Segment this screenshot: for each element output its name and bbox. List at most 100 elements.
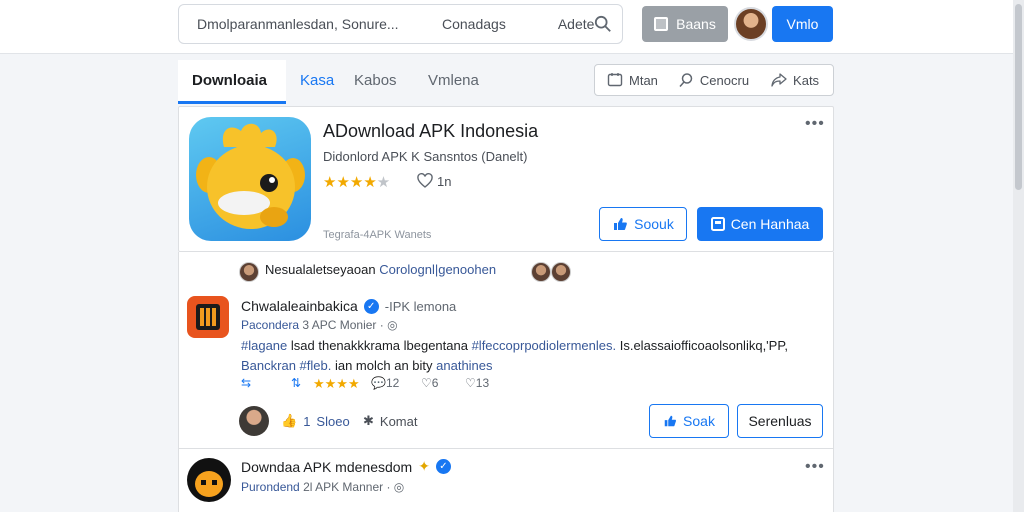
- heart-reaction[interactable]: ♡ 13: [465, 376, 489, 390]
- rating-star-empty: ★: [376, 174, 391, 191]
- app-rating-stars: ★★★★★: [323, 173, 390, 191]
- share-small-icon[interactable]: ⇆: [241, 376, 251, 390]
- page-scrollbar[interactable]: [1013, 0, 1024, 512]
- primary-action-button[interactable]: Cen Hanhaa: [697, 207, 823, 241]
- post-sub-meta: 3 APC Monier ·: [302, 318, 384, 332]
- tab-kasa[interactable]: Kasa: [300, 60, 334, 104]
- primary-action-label: Cen Hanhaa: [730, 216, 810, 232]
- reaction-stars: ★★★★: [313, 376, 360, 391]
- post-text-segment: Is.elassaiofficoaolsonlikq,'PP,: [616, 338, 788, 353]
- app-meta: Tegrafa-4APK Wanets: [323, 229, 432, 241]
- activity-avatar[interactable]: [239, 262, 259, 282]
- post-follow-button[interactable]: Soak: [649, 404, 729, 438]
- baans-button-label: Baans: [676, 16, 716, 32]
- mtan-tool[interactable]: Mtan: [607, 72, 658, 88]
- app-icon[interactable]: [189, 117, 311, 241]
- comment-count: 12: [385, 376, 400, 390]
- hashtag[interactable]: #lfeccoprpodiolermenles.: [472, 338, 617, 353]
- follow-button[interactable]: Soouk: [599, 207, 687, 241]
- post-action-row: 👍 1 Sloeo ✱ Komat Soak Serenluas: [239, 404, 835, 440]
- app-likes[interactable]: 1n: [417, 173, 451, 189]
- post-author-label: Chwalaleainbakica: [241, 298, 358, 314]
- post-follow-label: Soak: [683, 413, 715, 429]
- post-author-name[interactable]: Chwalaleainbakica ✓ -IPK lemona: [241, 298, 456, 314]
- like-reaction[interactable]: ♡ 6: [421, 376, 438, 390]
- activity-line: Nesualaletseyaoan Corolognl|genoohen: [265, 262, 496, 277]
- sparkle-icon: ✦: [418, 458, 430, 474]
- post-sub-link[interactable]: Pacondera: [241, 318, 299, 332]
- commenter-avatar[interactable]: [239, 406, 269, 436]
- post2-more-icon[interactable]: •••: [805, 458, 825, 476]
- feed: Nesualaletseyaoan Corolognl|genoohen Chw…: [178, 252, 834, 512]
- more-options-icon[interactable]: •••: [805, 115, 825, 133]
- vmlo-button[interactable]: Vmlo: [772, 6, 833, 42]
- search-input[interactable]: Dmolparanmanlesdan, Sonure... Conadags A…: [178, 4, 623, 44]
- cenocru-tool[interactable]: Cenocru: [678, 72, 749, 88]
- like-action[interactable]: 👍 1 Sloeo: [281, 413, 350, 429]
- post2-author-label: Downdaa APK mdenesdom: [241, 458, 413, 475]
- activity-link[interactable]: Corolognl|genoohen: [379, 262, 496, 277]
- post2-sub-link[interactable]: Purondend: [241, 480, 300, 494]
- tab-vmlena[interactable]: Vmlena: [428, 60, 479, 104]
- app-subtitle: Didonlord APK K Sansntos (Danelt): [323, 149, 528, 164]
- komat-action[interactable]: ✱ Komat: [363, 413, 417, 429]
- hashtag[interactable]: anathines: [436, 358, 492, 373]
- square-icon: [654, 17, 669, 31]
- tab-kabos[interactable]: Kabos: [354, 60, 397, 104]
- share-icon: [771, 73, 787, 87]
- post-text: #lagane lsad thenakkkrama lbegentana #lf…: [241, 336, 825, 376]
- post-author-extra: -IPK lemona: [384, 298, 457, 314]
- brand-logo-icon: [196, 304, 220, 330]
- globe-icon: ◎: [393, 480, 405, 494]
- komat-label: Komat: [379, 413, 418, 429]
- reaction-row: ⇆ ⇅ ★★★★ 💬 12 ♡ 6 ♡ 13: [241, 376, 541, 394]
- hashtag[interactable]: #lagane: [241, 338, 287, 353]
- post-divider: [179, 448, 833, 449]
- search-icon[interactable]: [594, 15, 612, 33]
- tab-toolbar: Mtan Cenocru Kats: [594, 64, 834, 96]
- app-title: ADownload APK Indonesia: [323, 121, 539, 141]
- pin-icon: ✱: [363, 413, 374, 428]
- search-query[interactable]: Dmolparanmanlesdan, Sonure...: [197, 16, 422, 32]
- comment-reaction[interactable]: 💬 12: [371, 376, 399, 390]
- repost-icon[interactable]: ⇅: [291, 376, 301, 390]
- serenluas-button[interactable]: Serenluas: [737, 404, 823, 438]
- scrollbar-thumb[interactable]: [1015, 4, 1022, 190]
- activity-avatar-2[interactable]: [531, 262, 551, 282]
- activity-avatar-3[interactable]: [551, 262, 571, 282]
- search-chip-adete[interactable]: Adete: [558, 16, 595, 32]
- message-icon: [607, 73, 623, 87]
- post-text-segment: ian molch an bity: [331, 358, 437, 373]
- mtan-label: Mtan: [629, 72, 658, 88]
- thumb-icon: 👍: [281, 413, 298, 428]
- post-author-avatar[interactable]: [187, 296, 229, 338]
- follow-button-label: Soouk: [634, 216, 674, 232]
- post2-author-name[interactable]: Downdaa APK mdenesdom ✦ ✓: [241, 458, 451, 475]
- verified-badge-icon: ✓: [435, 459, 451, 474]
- like-count: 6: [431, 376, 439, 390]
- like-action-count: 1: [303, 413, 311, 429]
- mascot-small-icon: [195, 471, 223, 497]
- hashtag[interactable]: Banckran: [241, 358, 296, 373]
- globe-icon: ◎: [387, 318, 398, 332]
- user-avatar[interactable]: [734, 7, 768, 41]
- baans-button[interactable]: Baans: [642, 6, 728, 42]
- cenocru-label: Cenocru: [699, 72, 750, 88]
- hashtag[interactable]: #fleb.: [300, 358, 332, 373]
- post2-author-avatar[interactable]: [187, 458, 231, 502]
- post-subline: Pacondera 3 APC Monier · ◎: [241, 318, 398, 332]
- tab-downloaia[interactable]: Downloaia: [178, 60, 286, 104]
- post2-subline: Purondend 2l APK Manner · ◎: [241, 480, 404, 494]
- top-bar: Dmolparanmanlesdan, Sonure... Conadags A…: [0, 0, 1024, 54]
- thumbs-up-icon: [614, 218, 627, 230]
- thumbs-up-icon: [664, 415, 677, 427]
- rating-stars-filled: ★★★★: [323, 174, 377, 191]
- kats-tool[interactable]: Kats: [771, 72, 819, 88]
- heart-icon: [417, 173, 433, 188]
- document-icon: [710, 217, 725, 231]
- heart-count: 13: [475, 376, 490, 390]
- search-chip-conadags[interactable]: Conadags: [442, 16, 506, 32]
- app-card: ADownload APK Indonesia Didonlord APK K …: [178, 106, 834, 252]
- post2-sub-meta: 2l APK Manner ·: [303, 480, 391, 494]
- activity-prefix: Nesualaletseyaoan: [265, 262, 376, 277]
